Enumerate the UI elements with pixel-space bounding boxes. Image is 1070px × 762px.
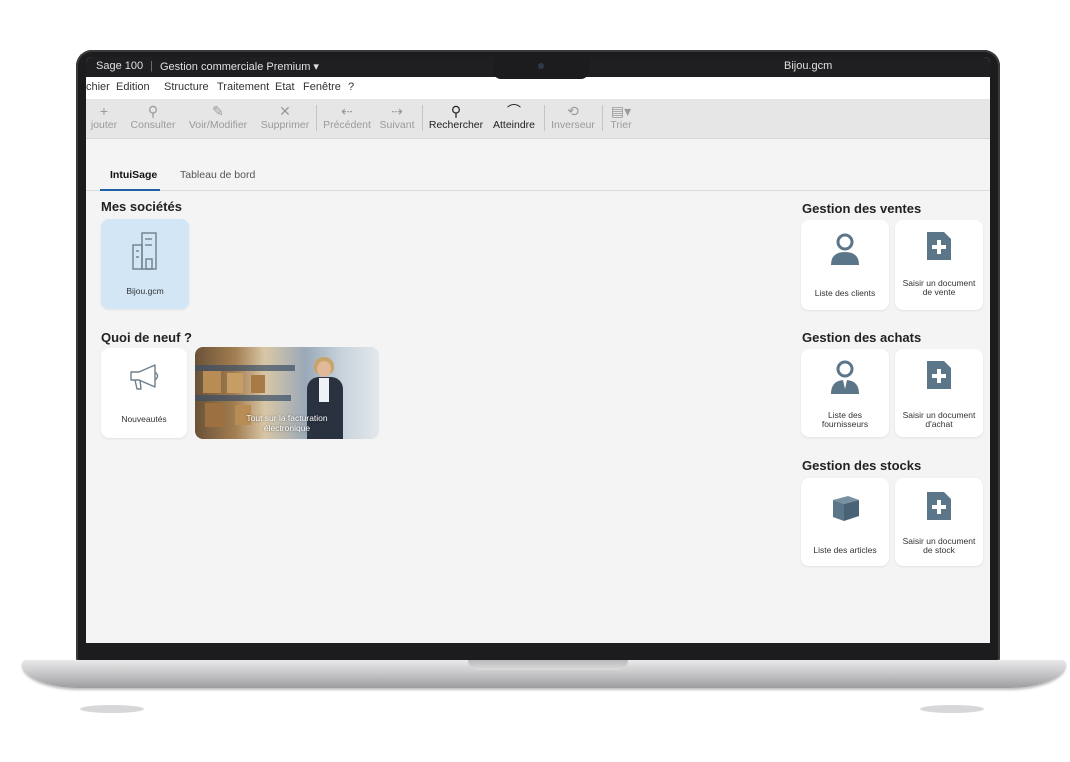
camera-icon (538, 63, 544, 69)
goto-arc-icon: ⌒ (507, 103, 521, 119)
supplier-icon (831, 360, 859, 394)
nouveautes-label: Nouveautés (121, 414, 167, 424)
arrow-right-icon: ⇢ (391, 103, 403, 119)
atteindre-button[interactable]: ⌒ Atteindre (488, 103, 540, 131)
saisir-vente-tile[interactable]: Saisir un document de vente (895, 220, 983, 310)
liste-articles-tile[interactable]: Liste des articles (801, 478, 889, 566)
open-file-name: Bijou.gcm (784, 60, 833, 72)
ajouter-button[interactable]: + jouter (86, 103, 126, 131)
toolbar-separator (602, 105, 603, 131)
toolbar: + jouter ⚲ Consulter ✎ Voir/Modifier ✕ S… (86, 99, 990, 139)
toolbar-separator (316, 105, 317, 131)
liste-articles-label: Liste des articles (813, 545, 877, 555)
promo-caption: Tout sur la facturation électronique (246, 413, 328, 433)
facturation-electronique-promo[interactable]: Tout sur la facturation électronique (195, 347, 379, 439)
saisir-stock-label: Saisir un document de stock (902, 536, 976, 555)
nouveautes-tile[interactable]: Nouveautés (101, 348, 187, 438)
liste-fournisseurs-label: Liste des fournisseurs (821, 410, 869, 429)
photo-box (203, 371, 221, 393)
active-tab-indicator (100, 189, 160, 191)
liste-fournisseurs-tile[interactable]: Liste des fournisseurs (801, 349, 889, 437)
megaphone-icon (130, 364, 159, 390)
add-document-icon (927, 361, 951, 389)
mes-societes-title: Mes sociétés (101, 199, 182, 214)
laptop-foot-right (920, 705, 984, 713)
menu-edition[interactable]: Edition (116, 81, 150, 93)
stocks-title: Gestion des stocks (802, 458, 922, 473)
screen: Sage 100 | Gestion commerciale Premium ▾… (86, 57, 990, 643)
title-separator: | (150, 60, 153, 72)
saisir-stock-tile[interactable]: Saisir un document de stock (895, 478, 983, 566)
add-document-icon (927, 232, 951, 260)
app-name: Sage 100 (96, 60, 144, 72)
tab-tableau-de-bord[interactable]: Tableau de bord (180, 169, 255, 181)
menu-etat[interactable]: Etat (275, 81, 295, 93)
swap-icon: ⟲ (567, 103, 579, 119)
toolbar-separator (544, 105, 545, 131)
photo-person-head (317, 361, 331, 377)
rechercher-button[interactable]: ⚲ Rechercher (426, 103, 486, 131)
tab-intuisage[interactable]: IntuiSage (110, 169, 157, 181)
product-selector[interactable]: Gestion commerciale Premium ▾ (160, 60, 319, 73)
saisir-vente-label: Saisir un document de vente (902, 278, 976, 297)
delete-x-icon: ✕ (279, 103, 291, 119)
company-tile-label: Bijou.gcm (126, 286, 164, 296)
user-icon (831, 233, 859, 265)
add-document-icon (927, 492, 951, 520)
photo-shelf (195, 395, 291, 401)
toolbar-separator (422, 105, 423, 131)
supprimer-button[interactable]: ✕ Supprimer (256, 103, 314, 131)
pencil-icon: ✎ (212, 103, 224, 119)
photo-box (205, 403, 225, 427)
company-tile-bijou[interactable]: Bijou.gcm (101, 219, 189, 309)
plus-icon: + (99, 103, 109, 119)
menu-structure[interactable]: Structure (164, 81, 209, 93)
photo-box (227, 373, 243, 393)
building-icon (132, 232, 157, 270)
precedent-button[interactable]: ⇠ Précédent (320, 103, 374, 131)
menu-traitement[interactable]: Traitement (217, 81, 269, 93)
inverseur-button[interactable]: ⟲ Inverseur (548, 103, 598, 131)
ventes-title: Gestion des ventes (802, 201, 922, 216)
laptop-foot-left (80, 705, 144, 713)
voir-modifier-button[interactable]: ✎ Voir/Modifier (182, 103, 254, 131)
trier-button[interactable]: ▤▾ Trier (606, 103, 636, 131)
tab-bar: IntuiSage Tableau de bord (86, 161, 990, 191)
laptop-base-groove (468, 660, 628, 670)
liste-clients-label: Liste des clients (814, 288, 876, 298)
search-icon: ⚲ (147, 103, 159, 119)
arrow-left-icon: ⇠ (341, 103, 353, 119)
magnifier-icon: ⚲ (450, 103, 462, 119)
sort-list-icon: ▤▾ (610, 103, 632, 119)
menu-bar: chier Edition Structure Traitement Etat … (86, 77, 990, 99)
menu-fenetre[interactable]: Fenêtre (303, 81, 341, 93)
photo-person-shirt (319, 378, 329, 402)
saisir-achat-label: Saisir un document d'achat (902, 410, 976, 429)
menu-fichier[interactable]: chier (86, 81, 110, 93)
quoi-de-neuf-title: Quoi de neuf ? (101, 330, 192, 345)
photo-box (251, 375, 265, 393)
suivant-button[interactable]: ⇢ Suivant (376, 103, 418, 131)
consulter-button[interactable]: ⚲ Consulter (128, 103, 178, 131)
liste-clients-tile[interactable]: Liste des clients (801, 220, 889, 310)
package-box-icon (833, 496, 859, 521)
achats-title: Gestion des achats (802, 330, 922, 345)
menu-help[interactable]: ? (348, 81, 354, 93)
saisir-achat-tile[interactable]: Saisir un document d'achat (895, 349, 983, 437)
